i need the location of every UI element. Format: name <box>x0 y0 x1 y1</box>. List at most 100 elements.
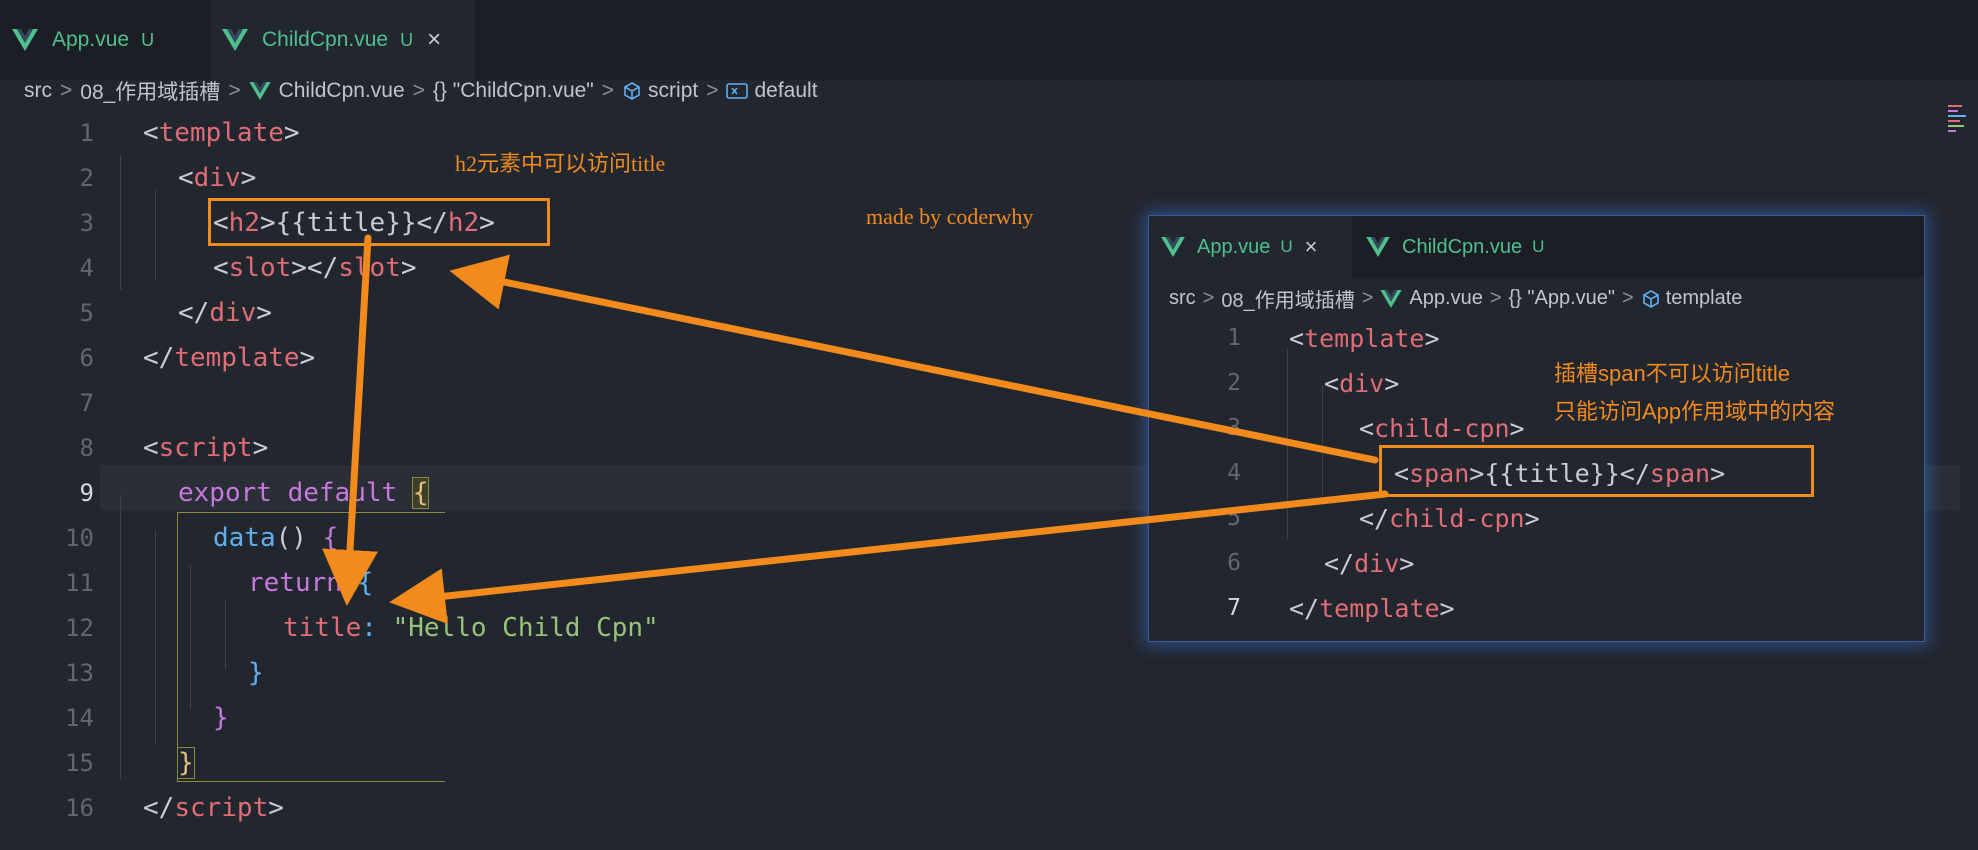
close-icon[interactable]: × <box>1305 234 1318 260</box>
code-line: 15 } <box>0 740 1978 785</box>
breadcrumb-file[interactable]: App.vue <box>1409 287 1482 310</box>
code-text: </div> <box>1324 549 1415 578</box>
chevron-right-icon: > <box>1361 287 1374 309</box>
line-number: 4 <box>1227 460 1241 486</box>
panel-tab-bar: App.vue U × ChildCpn.vue U <box>1149 216 1924 278</box>
code-text: <template> <box>143 117 300 148</box>
tab-status-badge: U <box>141 29 155 50</box>
app-vue-panel: App.vue U × ChildCpn.vue U src > 08_作用域插… <box>1148 215 1925 642</box>
vue-logo-icon <box>248 82 271 100</box>
line-number: 15 <box>65 748 94 777</box>
editor-tab-bar: App.vue U ChildCpn.vue U × <box>0 0 1978 80</box>
chevron-right-icon: > <box>706 79 719 102</box>
code-text: </template> <box>143 342 316 373</box>
code-text: <div> <box>178 162 257 193</box>
line-number: 4 <box>79 253 94 282</box>
breadcrumb-folder[interactable]: 08_作用域插槽 <box>80 76 220 106</box>
code-line: 14 } <box>0 695 1978 740</box>
line-number: 1 <box>79 118 94 147</box>
breadcrumb: src > 08_作用域插槽 > ChildCpn.vue > {} "Chil… <box>24 76 818 106</box>
variable-icon <box>726 83 749 99</box>
h2-annotation: h2元素中可以访问title <box>455 151 666 176</box>
line-number: 14 <box>65 703 94 732</box>
line-number: 16 <box>65 793 94 822</box>
code-line: 7 </template> <box>1149 586 1924 631</box>
span-annotation-line1: 插槽span不可以访问title <box>1554 361 1790 386</box>
chevron-right-icon: > <box>1202 287 1215 309</box>
panel-breadcrumb: src > 08_作用域插槽 > App.vue > {} "App.vue" … <box>1169 284 1742 313</box>
breadcrumb-section[interactable]: template <box>1666 287 1743 310</box>
close-icon[interactable]: × <box>427 26 441 54</box>
line-number: 6 <box>1227 550 1241 576</box>
code-text: </script> <box>143 792 284 823</box>
watermark: made by coderwhy <box>866 204 1034 229</box>
vue-logo-icon <box>12 29 38 51</box>
chevron-right-icon: > <box>601 79 615 102</box>
breadcrumb-section[interactable]: script <box>648 79 698 103</box>
breadcrumb-object[interactable]: {} "App.vue" <box>1509 287 1616 310</box>
chevron-right-icon: > <box>1489 287 1502 309</box>
code-line: 5 </child-cpn> <box>1149 496 1924 541</box>
code-text: data() { <box>213 522 339 553</box>
breadcrumb-object[interactable]: {} "ChildCpn.vue" <box>433 79 594 103</box>
code-text: <script> <box>143 432 269 463</box>
code-line: 1 <template> <box>1149 316 1924 361</box>
line-number: 7 <box>79 388 94 417</box>
breadcrumb-symbol[interactable]: default <box>754 79 817 103</box>
code-line: 1 <template> <box>0 110 1978 155</box>
panel-tab-app-vue[interactable]: App.vue U × <box>1149 216 1352 278</box>
code-line: 2 <div> <box>0 155 1978 200</box>
tab-status-badge: U <box>1280 237 1293 256</box>
line-number: 2 <box>1227 370 1241 396</box>
line-number: 3 <box>79 208 94 237</box>
breadcrumb-src[interactable]: src <box>24 79 52 103</box>
code-text: } <box>213 702 229 733</box>
line-number: 7 <box>1227 595 1241 621</box>
breadcrumb-src[interactable]: src <box>1169 287 1196 310</box>
line-number: 5 <box>79 298 94 327</box>
code-text: title: "Hello Child Cpn" <box>283 612 659 643</box>
code-line: 13 } <box>0 650 1978 695</box>
breadcrumb-folder[interactable]: 08_作用域插槽 <box>1221 284 1354 313</box>
line-number: 6 <box>79 343 94 372</box>
span-highlight-box <box>1379 445 1814 497</box>
line-number: 5 <box>1227 505 1241 531</box>
code-text: </child-cpn> <box>1359 504 1540 533</box>
chevron-right-icon: > <box>1622 287 1634 309</box>
line-number: 2 <box>79 163 94 192</box>
span-annotation-line2: 只能访问App作用域中的内容 <box>1554 399 1836 424</box>
tab-childcpn-vue[interactable]: ChildCpn.vue U × <box>210 0 475 80</box>
tab-app-vue[interactable]: App.vue U <box>0 0 208 80</box>
tab-label: ChildCpn.vue <box>262 28 389 51</box>
code-text: } <box>248 657 264 688</box>
vue-logo-icon <box>1380 289 1403 308</box>
tab-label: ChildCpn.vue <box>1402 235 1523 258</box>
code-text: </template> <box>1289 594 1455 623</box>
line-number: 8 <box>79 433 94 462</box>
line-number: 9 <box>79 478 94 507</box>
breadcrumb-file[interactable]: ChildCpn.vue <box>279 79 405 103</box>
code-text: </div> <box>178 297 272 328</box>
cube-icon <box>624 82 640 100</box>
h2-highlight-box <box>208 198 550 246</box>
tab-status-badge: U <box>400 29 414 50</box>
code-text: <slot></slot> <box>213 252 417 283</box>
code-text: <div> <box>1324 369 1400 398</box>
tab-status-badge: U <box>1532 237 1545 256</box>
line-number: 12 <box>65 613 94 642</box>
line-number: 10 <box>65 523 94 552</box>
vue-logo-icon <box>1161 237 1185 257</box>
chevron-right-icon: > <box>412 79 425 102</box>
cube-icon <box>1642 289 1659 308</box>
code-text: export default { <box>178 476 430 509</box>
code-line: 6 </div> <box>1149 541 1924 586</box>
chevron-right-icon: > <box>60 79 73 102</box>
chevron-right-icon: > <box>228 79 241 102</box>
code-text: } <box>177 746 195 779</box>
code-text: <template> <box>1289 324 1440 353</box>
line-number: 13 <box>65 658 94 687</box>
vue-logo-icon <box>222 29 248 51</box>
line-number: 11 <box>65 568 94 597</box>
panel-tab-childcpn-vue[interactable]: ChildCpn.vue U <box>1354 216 1584 278</box>
line-number: 3 <box>1227 415 1241 441</box>
